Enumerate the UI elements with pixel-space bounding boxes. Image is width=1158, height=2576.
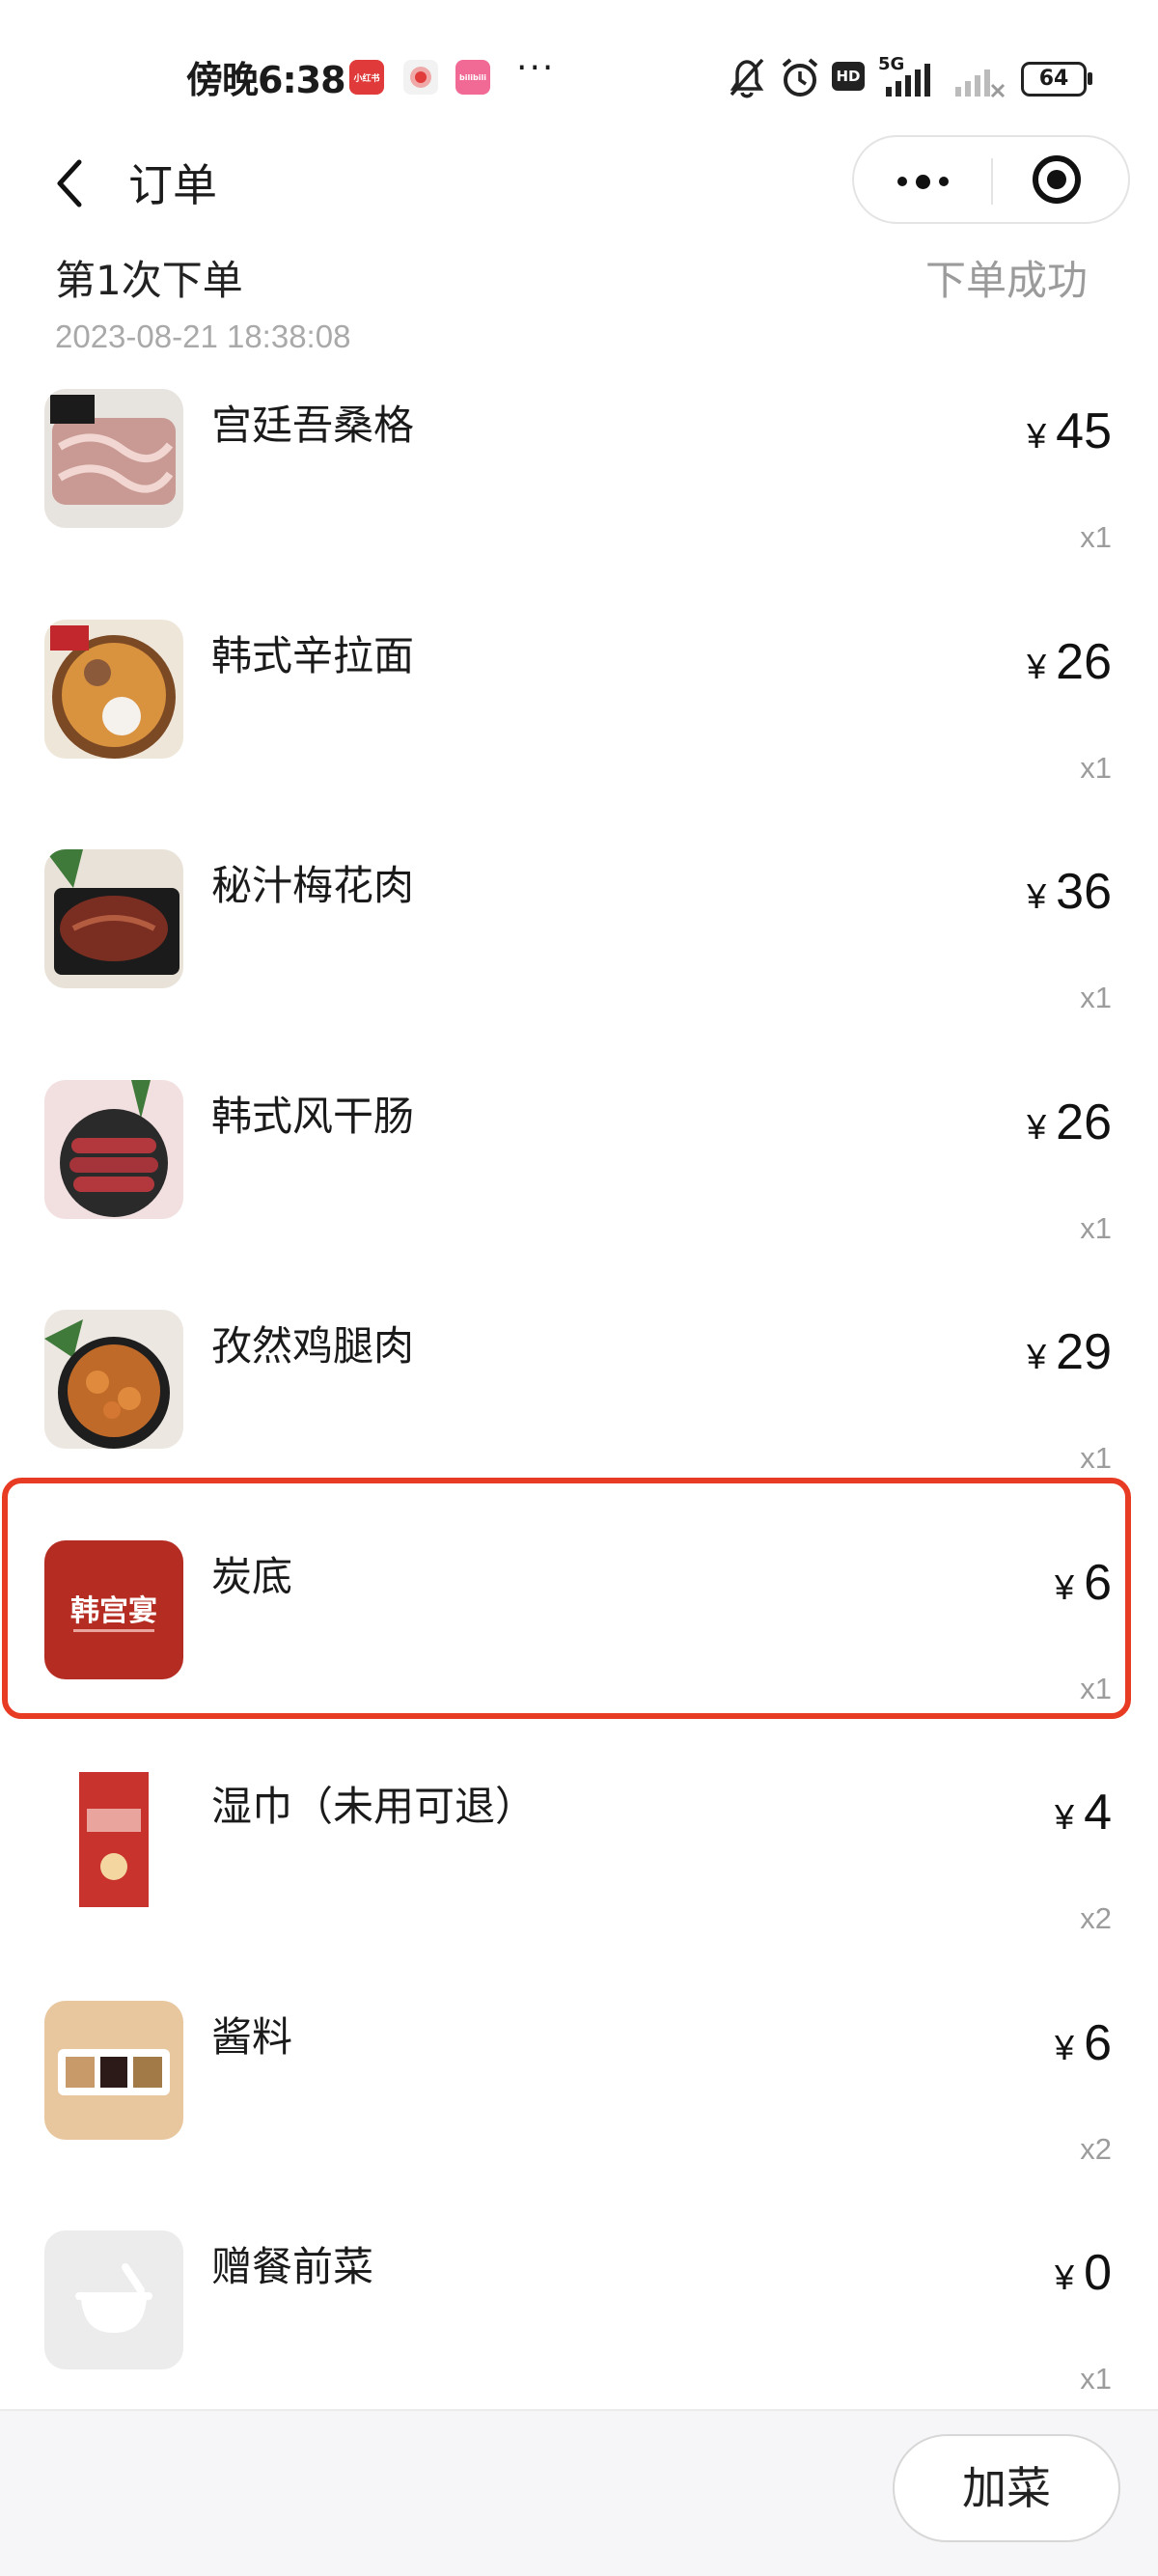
bilibili-app-icon: bilibili (455, 60, 490, 95)
order-timestamp: 2023-08-21 18:38:08 (55, 319, 351, 354)
dish-price: ¥4 (1055, 1784, 1112, 1842)
navigation-bar: 订单 (0, 125, 1158, 241)
status-time: 傍晚6:38 (186, 59, 346, 101)
signal-icon (886, 64, 930, 97)
dish-quantity: x1 (1080, 981, 1112, 1014)
dish-price: ¥0 (1055, 2244, 1112, 2302)
price-value: 36 (1056, 864, 1112, 920)
dish-price: ¥26 (1027, 633, 1112, 691)
dish-price: ¥6 (1055, 1554, 1112, 1612)
currency-symbol: ¥ (1027, 876, 1047, 916)
add-dish-button[interactable]: 加菜 (893, 2434, 1120, 2542)
back-arrow-icon[interactable] (46, 154, 104, 212)
dish-name: 赠餐前菜 (211, 2243, 374, 2290)
order-item: 秘汁梅花肉 ¥36 x1 (0, 849, 1158, 1079)
signal-weak-icon (955, 69, 1006, 98)
dish-quantity: x2 (1080, 1901, 1112, 1935)
dish-name: 宫廷吾桑格 (211, 402, 415, 449)
dish-name: 湿巾（未用可退） (211, 1783, 537, 1830)
page-title: 订单 (128, 159, 217, 211)
currency-symbol: ¥ (1055, 2028, 1075, 2067)
dish-thumbnail (44, 389, 183, 528)
close-miniprogram-icon[interactable] (1033, 155, 1081, 204)
order-item: 湿巾（未用可退） ¥4 x2 (0, 1770, 1158, 2000)
dish-quantity: x1 (1080, 1672, 1112, 1705)
dish-quantity: x1 (1080, 751, 1112, 785)
bowl-placeholder-icon (75, 2263, 152, 2333)
battery-indicator: 64 (1021, 62, 1092, 97)
xiaohongshu-app-icon: 小红书 (349, 60, 384, 95)
order-status: 下单成功 (924, 257, 1088, 304)
dish-thumbnail (44, 620, 183, 759)
dish-price: ¥26 (1027, 1094, 1112, 1151)
dish-price: ¥29 (1027, 1323, 1112, 1381)
dish-placeholder-thumbnail (44, 2230, 183, 2369)
order-item: 孜然鸡腿肉 ¥29 x1 (0, 1310, 1158, 1539)
dish-name: 秘汁梅花肉 (211, 862, 415, 909)
price-value: 6 (1084, 1555, 1112, 1611)
price-value: 26 (1056, 1094, 1112, 1150)
price-value: 45 (1056, 403, 1112, 459)
currency-symbol: ¥ (1027, 647, 1047, 686)
order-item: 酱料 ¥6 x2 (0, 2001, 1158, 2230)
restaurant-logo: 韩宫宴 (70, 1594, 157, 1628)
capsule-divider (991, 158, 993, 205)
miniprogram-capsule (852, 135, 1130, 224)
currency-symbol: ¥ (1027, 1337, 1047, 1376)
status-more-icon: ··· (516, 48, 556, 88)
dish-price: ¥45 (1027, 402, 1112, 460)
dish-name: 炭底 (211, 1553, 293, 1600)
dish-thumbnail (44, 849, 183, 988)
dish-quantity: x1 (1080, 2362, 1112, 2396)
dish-name: 韩式风干肠 (211, 1093, 415, 1140)
price-value: 6 (1084, 2015, 1112, 2071)
dish-name: 酱料 (211, 2013, 293, 2061)
dish-quantity: x1 (1080, 520, 1112, 554)
dish-thumbnail (44, 1080, 183, 1219)
dish-thumbnail: 韩宫宴 (44, 1540, 183, 1679)
bottom-action-bar: 加菜 (0, 2409, 1158, 2576)
dish-price: ¥6 (1055, 2014, 1112, 2072)
dish-price: ¥36 (1027, 863, 1112, 921)
alarm-icon (782, 58, 818, 97)
order-item: 韩式辛拉面 ¥26 x1 (0, 620, 1158, 849)
dish-name: 韩式辛拉面 (211, 632, 415, 679)
order-item: 韩宫宴 炭底 ¥6 x1 (0, 1540, 1158, 1770)
price-value: 4 (1084, 1785, 1112, 1841)
currency-symbol: ¥ (1027, 1107, 1047, 1147)
dish-thumbnail (44, 2001, 183, 2140)
mute-bell-icon (730, 58, 764, 98)
currency-symbol: ¥ (1055, 1797, 1075, 1837)
order-item: 宫廷吾桑格 ¥45 x1 (0, 389, 1158, 619)
currency-symbol: ¥ (1055, 2257, 1075, 2297)
price-value: 29 (1056, 1324, 1112, 1380)
currency-symbol: ¥ (1055, 1567, 1075, 1607)
order-batch-title: 第1次下单 (55, 257, 243, 304)
hd-badge: HD (832, 62, 865, 91)
status-bar: 傍晚6:38 小红书 bilibili ··· HD 5G 64 (0, 0, 1158, 145)
dish-quantity: x2 (1080, 2132, 1112, 2166)
price-value: 26 (1056, 634, 1112, 690)
dish-name: 孜然鸡腿肉 (211, 1322, 415, 1370)
order-item: 韩式风干肠 ¥26 x1 (0, 1080, 1158, 1310)
dish-thumbnail (44, 1770, 183, 1909)
more-options-icon[interactable] (891, 158, 954, 205)
currency-symbol: ¥ (1027, 416, 1047, 456)
dish-thumbnail (44, 1310, 183, 1449)
logo-underline (73, 1629, 154, 1632)
dish-quantity: x1 (1080, 1441, 1112, 1475)
price-value: 0 (1084, 2245, 1112, 2301)
dish-quantity: x1 (1080, 1211, 1112, 1245)
record-app-icon (403, 60, 438, 95)
